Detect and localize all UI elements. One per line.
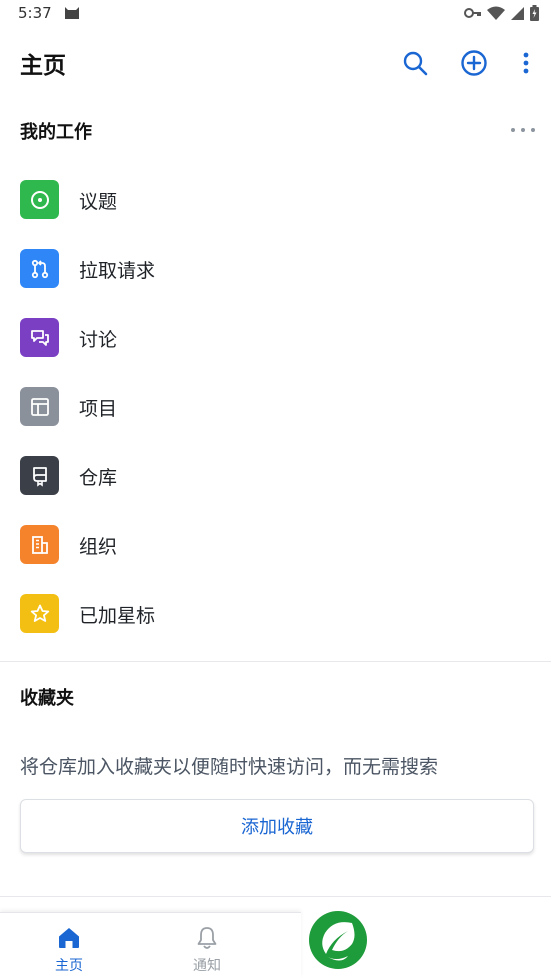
dot — [521, 128, 525, 132]
nav-notifications-label: 通知 — [193, 958, 221, 974]
work-item-pull-requests[interactable]: 拉取请求 — [0, 234, 551, 303]
favorites-description: 将仓库加入收藏夹以便随时快速访问，而无需搜索 — [20, 756, 439, 778]
search-button[interactable] — [400, 48, 430, 78]
work-item-projects[interactable]: 项目 — [0, 372, 551, 441]
organization-building-icon — [20, 525, 59, 564]
project-table-icon — [20, 387, 59, 426]
discussion-icon — [20, 318, 59, 357]
work-item-label: 拉取请求 — [79, 260, 156, 282]
battery-icon — [530, 5, 539, 21]
work-item-label: 组织 — [79, 536, 118, 558]
work-item-issues[interactable]: 议题 — [0, 165, 551, 234]
page-title: 主页 — [20, 53, 66, 79]
leaf-logo-icon[interactable] — [308, 910, 368, 970]
issue-icon — [20, 180, 59, 219]
my-work-header: 我的工作 — [20, 118, 535, 146]
status-bar: 5:37 — [0, 0, 551, 28]
signal-icon — [511, 6, 524, 20]
wifi-icon — [487, 6, 505, 20]
repository-icon — [20, 456, 59, 495]
star-icon — [20, 594, 59, 633]
work-item-discussions[interactable]: 讨论 — [0, 303, 551, 372]
work-item-label: 仓库 — [79, 467, 118, 489]
work-item-repositories[interactable]: 仓库 — [0, 441, 551, 510]
pull-request-icon — [20, 249, 59, 288]
status-time: 5:37 — [18, 4, 52, 22]
nav-notifications[interactable]: 通知 — [167, 913, 247, 978]
dot — [531, 128, 535, 132]
nav-home[interactable]: 主页 — [29, 913, 109, 978]
add-favorite-button[interactable]: 添加收藏 — [20, 799, 534, 853]
create-button[interactable] — [459, 48, 489, 78]
work-item-label: 讨论 — [79, 329, 118, 351]
favorites-header: 收藏夹 — [20, 684, 535, 712]
search-icon — [403, 51, 428, 76]
favorites-title: 收藏夹 — [20, 688, 74, 709]
work-item-label: 项目 — [79, 398, 118, 420]
add-circle-icon — [461, 50, 487, 76]
bottom-navigation: 主页 通知 — [0, 912, 301, 978]
section-divider — [0, 896, 551, 897]
more-vertical-icon — [523, 52, 529, 74]
bell-icon — [197, 927, 217, 949]
work-item-organizations[interactable]: 组织 — [0, 510, 551, 579]
work-item-label: 议题 — [79, 191, 118, 213]
section-divider — [0, 661, 551, 662]
home-icon — [59, 928, 79, 948]
my-work-title: 我的工作 — [20, 122, 92, 143]
my-work-list: 议题 拉取请求 讨论 项目 仓库 组织 已加星标 — [0, 165, 551, 648]
key-icon — [464, 8, 481, 18]
status-indicators — [464, 5, 539, 21]
overflow-menu-button[interactable] — [511, 48, 541, 78]
work-item-starred[interactable]: 已加星标 — [0, 579, 551, 648]
dot — [511, 128, 515, 132]
my-work-more-button[interactable] — [511, 120, 535, 140]
nav-home-label: 主页 — [55, 958, 83, 974]
cat-notification-icon — [65, 7, 79, 19]
work-item-label: 已加星标 — [79, 605, 156, 627]
app-bar: 主页 — [0, 36, 551, 88]
